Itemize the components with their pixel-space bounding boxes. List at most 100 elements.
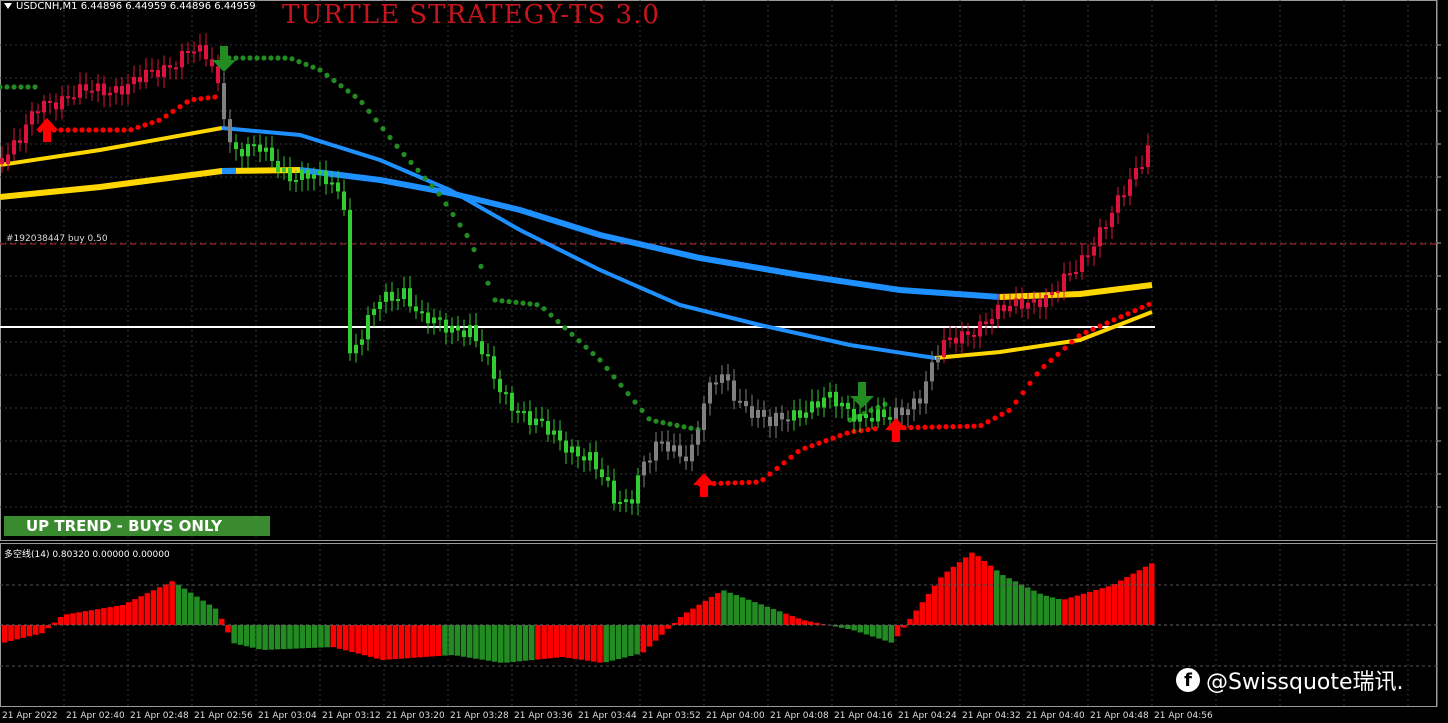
histogram-bar xyxy=(1025,587,1031,625)
trail-dot xyxy=(674,422,680,428)
trail-dot xyxy=(198,96,204,102)
histogram-bar xyxy=(200,600,206,625)
histogram-bar xyxy=(913,610,919,625)
trail-dot xyxy=(100,127,106,133)
x-axis-label: 21 Apr 04:56 xyxy=(1154,711,1213,721)
candle xyxy=(972,334,976,337)
candle xyxy=(216,66,220,84)
histogram-bar xyxy=(113,606,120,625)
trail-dot xyxy=(653,418,659,424)
candle xyxy=(1122,195,1126,198)
trail-dot xyxy=(65,127,71,133)
histogram-bar xyxy=(696,604,702,625)
histogram-bar xyxy=(777,611,783,625)
trail-dot xyxy=(163,113,169,119)
candle xyxy=(252,144,256,147)
candle xyxy=(684,456,688,462)
candle xyxy=(648,460,652,463)
candle xyxy=(882,409,886,418)
histogram-bar xyxy=(1087,591,1093,625)
histogram-bar xyxy=(14,625,20,640)
trail-dot xyxy=(457,222,463,228)
menu-triangle-icon[interactable] xyxy=(4,3,12,9)
candle xyxy=(762,409,766,417)
candle xyxy=(546,421,550,435)
histogram-bar xyxy=(739,597,746,625)
histogram-bar xyxy=(665,625,671,629)
candle xyxy=(366,314,370,340)
trail-dot xyxy=(809,443,815,449)
histogram-bar xyxy=(231,625,237,644)
candle xyxy=(402,288,406,300)
candle xyxy=(732,380,736,401)
trail-dot xyxy=(541,306,547,312)
trail-dot xyxy=(268,55,274,61)
trail-dot xyxy=(156,117,162,123)
candle xyxy=(0,158,4,165)
candle xyxy=(726,374,730,381)
candle xyxy=(1074,271,1078,274)
histogram-bar xyxy=(281,625,287,650)
price-chart[interactable] xyxy=(0,0,1448,723)
trail-dot xyxy=(11,84,17,90)
candle xyxy=(318,170,322,175)
candle xyxy=(24,124,28,144)
candle xyxy=(168,65,172,68)
histogram-bar xyxy=(1031,590,1037,625)
x-axis-label: 21 Apr 03:52 xyxy=(642,711,701,721)
histogram-bar xyxy=(1093,590,1099,625)
trail-dot xyxy=(611,374,617,380)
candle xyxy=(456,325,460,331)
histogram-bar xyxy=(609,625,616,661)
histogram-bar xyxy=(101,608,107,625)
histogram-bar xyxy=(361,625,368,656)
histogram-bar xyxy=(64,614,70,625)
trail-dot xyxy=(732,480,738,486)
candle xyxy=(48,100,52,103)
candle xyxy=(126,84,130,95)
candle xyxy=(978,321,982,337)
candle xyxy=(864,414,868,418)
trail-dot xyxy=(823,438,829,444)
candle xyxy=(606,477,610,481)
candle xyxy=(516,410,520,413)
histogram-bar xyxy=(597,625,603,663)
histogram-bar xyxy=(39,625,45,634)
histogram-bar xyxy=(70,613,76,625)
histogram-bar xyxy=(1074,595,1081,625)
candle xyxy=(1146,145,1150,168)
candle xyxy=(552,430,556,435)
histogram-bar xyxy=(907,618,913,625)
trail-dot xyxy=(79,127,85,133)
trail-dot xyxy=(317,67,323,73)
histogram-bar xyxy=(516,625,523,662)
candle xyxy=(942,339,946,357)
x-axis-label: 21 Apr 02:40 xyxy=(66,711,125,721)
candle xyxy=(528,411,532,426)
trail-dot xyxy=(555,318,561,325)
histogram-bar xyxy=(535,625,541,660)
candle xyxy=(300,169,304,180)
candle xyxy=(468,325,472,338)
trail-dot xyxy=(992,415,998,421)
trail-dot xyxy=(922,424,928,430)
candle xyxy=(144,69,148,83)
chart-header: USDCNH,M1 6.44896 6.44959 6.44896 6.4495… xyxy=(4,1,256,12)
histogram-bar xyxy=(305,625,312,649)
trail-dot xyxy=(936,424,942,430)
up-arrow-icon xyxy=(36,118,58,142)
trail-dot xyxy=(450,211,456,218)
trail-dot xyxy=(32,84,38,90)
candle xyxy=(1032,299,1036,303)
candle xyxy=(312,174,316,179)
trail-dot xyxy=(534,302,540,308)
histogram-bar xyxy=(764,606,771,625)
candle xyxy=(426,312,430,324)
histogram-bar xyxy=(746,599,752,625)
candle xyxy=(156,70,160,78)
histogram-bar xyxy=(553,625,560,658)
candle xyxy=(234,142,238,150)
trail-dot xyxy=(485,280,491,286)
histogram-bar xyxy=(299,625,306,649)
trail-dot xyxy=(999,411,1005,417)
